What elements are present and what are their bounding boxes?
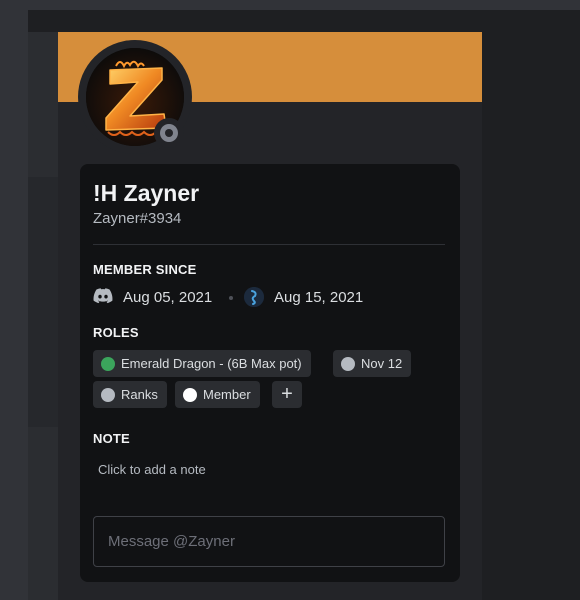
note-input[interactable]: Click to add a note: [98, 462, 206, 477]
member-since-title: MEMBER SINCE: [93, 262, 197, 277]
roles-title: ROLES: [93, 325, 139, 340]
role-label: Member: [203, 387, 251, 402]
discord-join-date: Aug 05, 2021: [123, 289, 213, 306]
divider: [93, 244, 445, 245]
role-emerald-dragon[interactable]: Emerald Dragon - (6B Max pot): [93, 350, 311, 377]
role-color-dot: [183, 387, 197, 402]
role-label: Nov 12: [361, 356, 403, 371]
display-name: !H Zayner: [93, 180, 200, 206]
role-nov-12[interactable]: Nov 12: [333, 350, 412, 377]
role-color-dot: [101, 387, 115, 402]
background-right-panel: [483, 32, 580, 600]
server-join-date: Aug 15, 2021: [274, 289, 364, 306]
note-title: NOTE: [93, 431, 130, 446]
role-ranks[interactable]: Ranks: [93, 381, 167, 408]
server-icon: [244, 287, 264, 307]
role-color-dot: [101, 356, 115, 371]
message-input[interactable]: [93, 516, 445, 567]
username[interactable]: Zayner#3934: [93, 210, 181, 227]
role-member[interactable]: Member: [175, 381, 260, 408]
role-color-dot: [341, 356, 355, 371]
add-role-button[interactable]: +: [272, 381, 302, 408]
offline-status-icon: [160, 124, 178, 142]
role-label: Emerald Dragon - (6B Max pot): [121, 356, 302, 371]
background-chat-strip: [28, 32, 58, 600]
discord-logo-icon: [93, 288, 113, 309]
separator-dot: [229, 296, 233, 300]
role-label: Ranks: [121, 387, 158, 402]
